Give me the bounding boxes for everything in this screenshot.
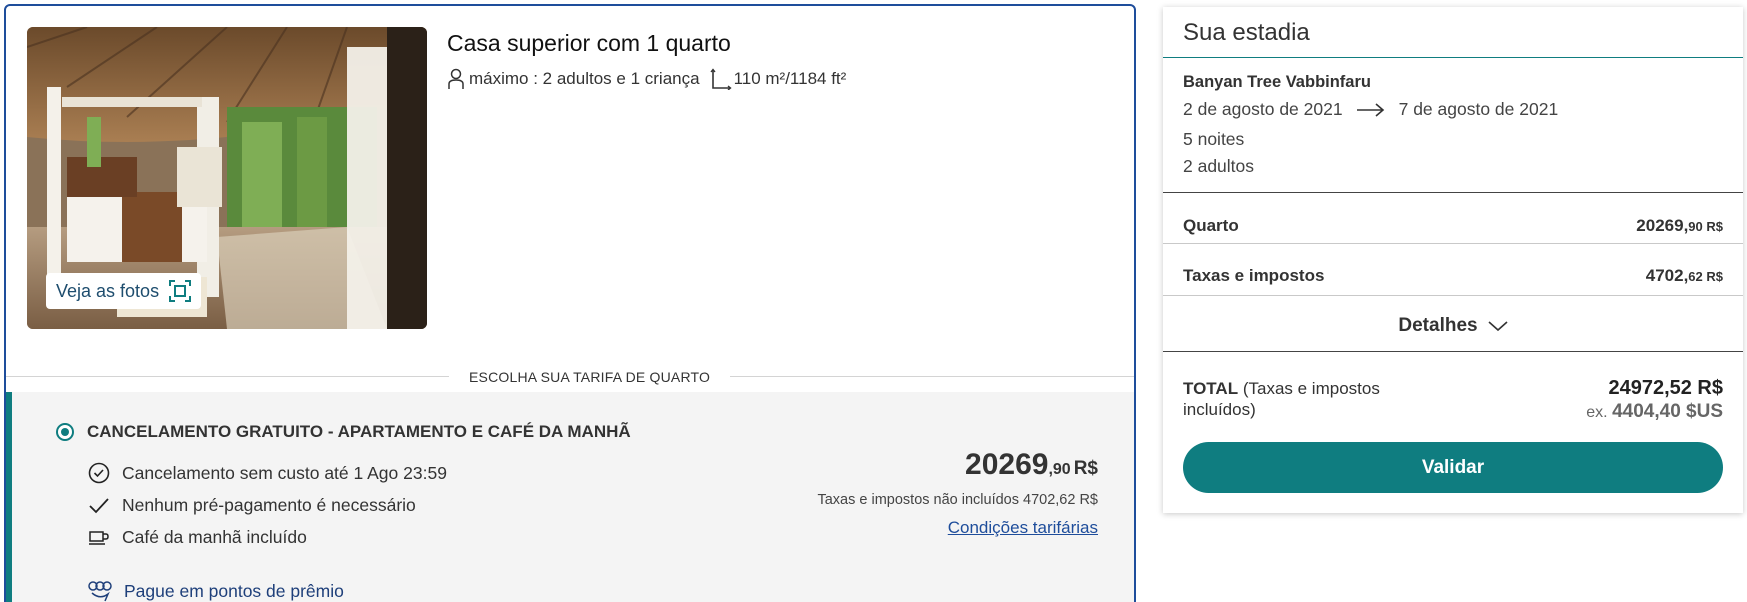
total-label: TOTAL (Taxas e impostos incluídos) <box>1183 378 1413 420</box>
stay-dates: 2 de agosto de 2021 7 de agosto de 2021 <box>1183 99 1558 120</box>
stay-summary: Sua estadia Banyan Tree Vabbinfaru 2 de … <box>1163 7 1743 513</box>
occupancy-text: máximo : 2 adultos e 1 criança <box>469 69 700 88</box>
view-photos-label: Veja as fotos <box>56 280 160 301</box>
room-amount-small: 90 R$ <box>1688 219 1723 234</box>
details-label: Detalhes <box>1398 315 1478 336</box>
nights-count: 5 noites <box>1183 129 1245 149</box>
divider <box>1163 351 1743 352</box>
total-usd: ex. 4404,40 $US <box>1586 401 1723 423</box>
guests-count: 2 adultos <box>1183 156 1255 176</box>
reward-points-icon <box>88 581 112 602</box>
checkmark-icon <box>89 498 109 514</box>
stay-header: Sua estadia <box>1163 7 1743 58</box>
details-toggle[interactable]: Detalhes <box>1163 315 1743 337</box>
taxes-line-amount: 4702,62 R$ <box>1646 266 1723 286</box>
condition-text: Cancelamento sem custo até 1 Ago 23:59 <box>122 462 447 483</box>
condition-no-prepayment: Nenhum pré-pagamento é necessário <box>88 494 416 516</box>
room-line-label: Quarto <box>1183 216 1239 235</box>
condition-text: Nenhum pré-pagamento é necessário <box>122 494 416 515</box>
total-label-strong: TOTAL <box>1183 379 1239 398</box>
pay-with-points-link[interactable]: Pague em pontos de prêmio <box>88 580 344 602</box>
room-title: Casa superior com 1 quarto <box>447 30 731 56</box>
rate-price-main: 20269 <box>965 448 1049 481</box>
hotel-name: Banyan Tree Vabbinfaru <box>1183 73 1371 91</box>
rate-price-currency: R$ <box>1073 458 1098 479</box>
coffee-cup-icon <box>89 531 109 545</box>
gallery-expand-icon <box>169 280 192 302</box>
pay-with-points-label: Pague em pontos de prêmio <box>124 580 344 601</box>
room-meta: máximo : 2 adultos e 1 criança 110 m²/11… <box>447 68 846 90</box>
check-in-date: 2 de agosto de 2021 <box>1183 99 1343 119</box>
rate-radio-selected[interactable] <box>56 423 74 441</box>
view-photos-button[interactable]: Veja as fotos <box>46 273 202 309</box>
check-out-date: 7 de agosto de 2021 <box>1398 99 1559 119</box>
chevron-down-icon <box>1488 321 1508 332</box>
clock-icon <box>88 462 110 484</box>
rate-option[interactable]: CANCELAMENTO GRATUITO - APARTAMENTO E CA… <box>6 392 1134 602</box>
condition-breakfast: Café da manhã incluído <box>88 526 307 548</box>
total-usd-amount: 4404,40 $US <box>1612 401 1723 422</box>
tariff-conditions-link[interactable]: Condições tarifárias <box>948 518 1098 538</box>
rate-price-cents: ,90 <box>1048 461 1071 478</box>
tariff-caption: ESCOLHA SUA TARIFA DE QUARTO <box>449 369 731 385</box>
taxes-amount-small: 62 R$ <box>1688 269 1723 284</box>
total-usd-prefix: ex. <box>1586 404 1608 421</box>
room-line-amount: 20269,90 R$ <box>1636 216 1723 236</box>
validate-button[interactable]: Validar <box>1183 442 1723 493</box>
person-icon <box>448 68 464 89</box>
rate-price: 20269 ,90 R$ <box>965 448 1098 482</box>
stay-title: Sua estadia <box>1183 19 1310 46</box>
room-photo[interactable]: Veja as fotos <box>27 27 427 329</box>
area-text: 110 m²/1184 ft² <box>733 69 847 88</box>
taxes-amount-main: 4702, <box>1645 266 1689 285</box>
divider <box>1163 243 1743 244</box>
divider <box>1163 192 1743 193</box>
condition-text: Café da manhã incluído <box>122 526 307 547</box>
taxes-line-label: Taxas e impostos <box>1183 266 1325 285</box>
total-amount: 24972,52 R$ <box>1608 377 1723 399</box>
room-card: Veja as fotos Casa superior com 1 quarto… <box>4 4 1136 602</box>
room-amount-main: 20269, <box>1636 216 1689 235</box>
divider <box>1163 295 1743 296</box>
arrow-right-icon <box>1356 102 1384 117</box>
condition-free-cancellation: Cancelamento sem custo até 1 Ago 23:59 <box>88 462 447 484</box>
area-icon <box>710 68 732 90</box>
rate-name: CANCELAMENTO GRATUITO - APARTAMENTO E CA… <box>87 422 631 441</box>
tax-note: Taxas e impostos não incluídos 4702,62 R… <box>817 492 1098 508</box>
